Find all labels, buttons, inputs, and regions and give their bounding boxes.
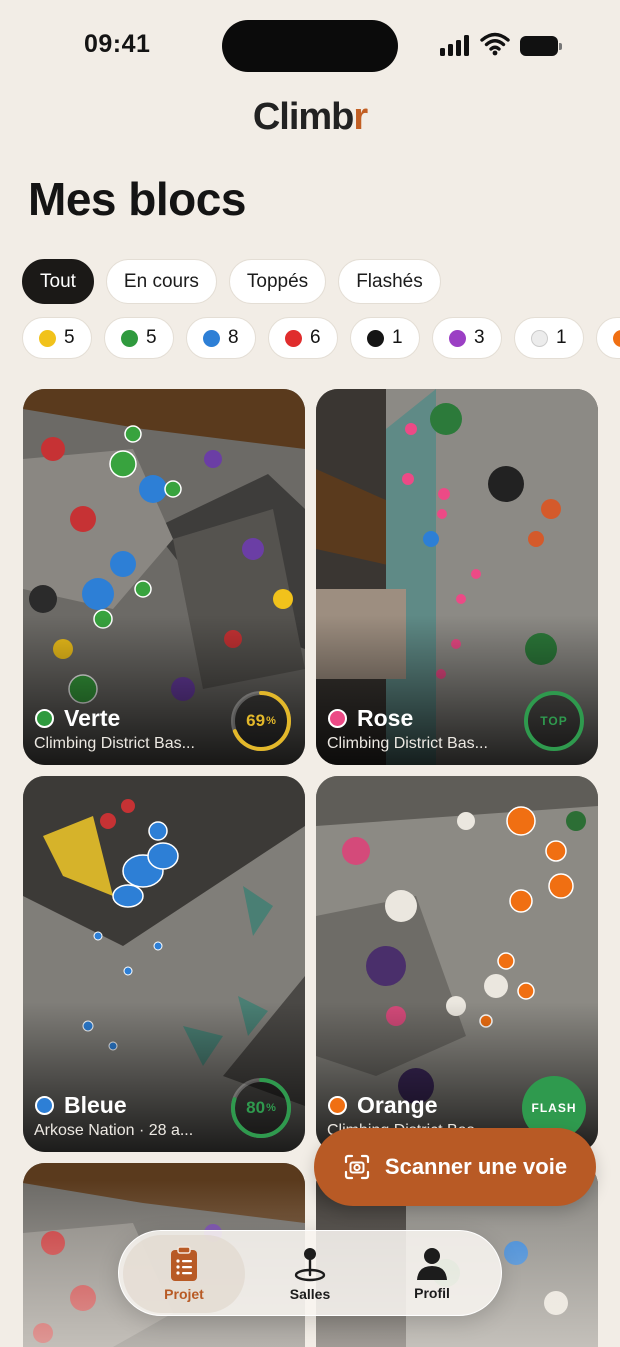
- battery-icon: [520, 36, 562, 56]
- color-filter-yellow[interactable]: 5: [22, 317, 92, 359]
- tab-salles[interactable]: Salles: [249, 1231, 371, 1317]
- tab-projet[interactable]: Projet: [123, 1235, 245, 1313]
- route-color-dot: [35, 709, 54, 728]
- color-dot: [449, 329, 466, 347]
- color-dot: [531, 329, 548, 347]
- color-count: 3: [474, 327, 485, 348]
- route-name: Bleue: [35, 1092, 127, 1119]
- tab-profil[interactable]: Profil: [371, 1231, 493, 1317]
- color-dot: [121, 329, 138, 347]
- route-card-orange[interactable]: Orange Climbing District Bas... FLASH: [316, 776, 598, 1152]
- person-icon: [417, 1248, 447, 1280]
- color-dot: [367, 329, 384, 347]
- route-color-dot: [328, 709, 347, 728]
- route-gym: Climbing District Bas...: [327, 735, 488, 752]
- scan-button-label: Scanner une voie: [384, 1154, 568, 1179]
- route-card-bleue[interactable]: Bleue Arkose Nation · 28 a... 80%: [23, 776, 305, 1152]
- color-filter-green[interactable]: 5: [104, 317, 174, 359]
- clipboard-list-icon: [171, 1246, 197, 1281]
- color-filter-orange[interactable]: [596, 317, 620, 359]
- app-logo: Climbr: [252, 96, 368, 138]
- top-badge: TOP: [522, 689, 586, 753]
- scan-route-button[interactable]: Scanner une voie: [314, 1128, 596, 1206]
- color-filter-white[interactable]: 1: [514, 317, 584, 359]
- route-gym: Arkose Nation · 28 a...: [34, 1122, 194, 1139]
- color-count: 1: [556, 327, 567, 348]
- dynamic-island: [222, 20, 398, 72]
- status-bar: 09:41: [0, 0, 620, 90]
- tab-label: Profil: [414, 1285, 450, 1301]
- color-dot: [285, 329, 302, 347]
- color-filter-purple[interactable]: 3: [432, 317, 502, 359]
- progress-ring: 69%: [229, 689, 293, 753]
- route-color-dot: [328, 1096, 347, 1115]
- tab-label: Salles: [289, 1286, 331, 1302]
- route-color-dot: [35, 1096, 54, 1115]
- filter-chip-flashes[interactable]: Flashés: [338, 259, 441, 304]
- status-time: 09:41: [84, 30, 151, 58]
- filter-chip-toppes[interactable]: Toppés: [228, 259, 327, 304]
- page-title: Mes blocs: [28, 173, 246, 225]
- route-name: Rose: [328, 705, 413, 732]
- color-count: 5: [146, 327, 157, 348]
- color-dot: [203, 329, 220, 347]
- status-filter-bar: Tout En cours Toppés Flashés: [22, 259, 441, 304]
- route-name: Orange: [328, 1092, 438, 1119]
- color-count: 5: [64, 327, 75, 348]
- route-name: Verte: [35, 705, 120, 732]
- color-filter-red[interactable]: 6: [268, 317, 338, 359]
- color-count: 6: [310, 327, 321, 348]
- progress-ring: 80%: [229, 1076, 293, 1140]
- color-dot: [39, 329, 56, 347]
- wifi-icon: [480, 32, 510, 56]
- color-filter-black[interactable]: 1: [350, 317, 420, 359]
- tab-label: Projet: [164, 1286, 204, 1302]
- route-card-verte[interactable]: Verte Climbing District Bas... 69%: [23, 389, 305, 765]
- filter-chip-tout[interactable]: Tout: [22, 259, 94, 304]
- color-count: 8: [228, 327, 239, 348]
- route-gym: Climbing District Bas...: [34, 735, 195, 752]
- color-count: 1: [392, 327, 403, 348]
- color-filter-bar[interactable]: 5 5 8 6 1 3 1: [22, 317, 620, 361]
- color-dot: [613, 329, 620, 347]
- filter-chip-en-cours[interactable]: En cours: [105, 259, 217, 304]
- map-pin-icon: [294, 1248, 326, 1282]
- camera-scan-icon: [344, 1154, 370, 1180]
- color-filter-blue[interactable]: 8: [186, 317, 256, 359]
- cellular-signal-icon: [440, 34, 472, 56]
- tab-bar: Projet Salles Profil: [118, 1230, 502, 1316]
- route-card-rose[interactable]: Rose Climbing District Bas... TOP: [316, 389, 598, 765]
